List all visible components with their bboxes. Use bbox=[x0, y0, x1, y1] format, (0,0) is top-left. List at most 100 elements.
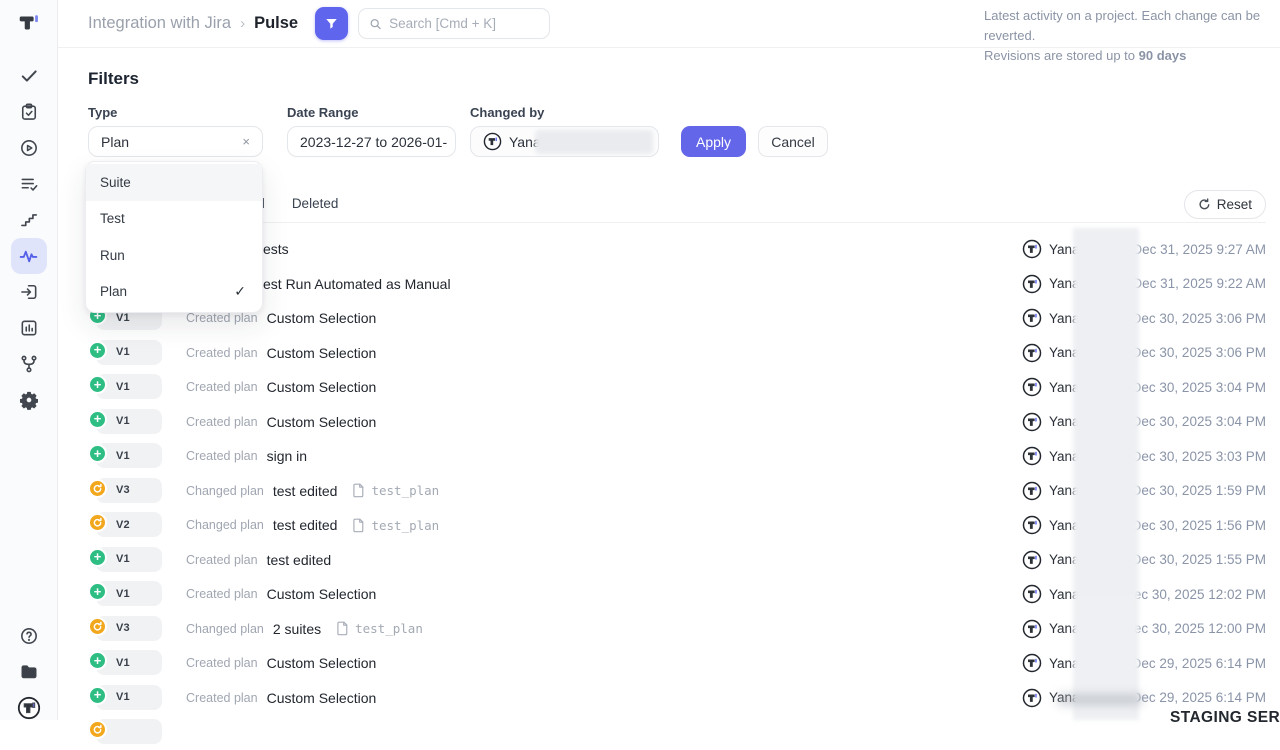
steps-icon bbox=[19, 210, 39, 230]
user-avatar-icon bbox=[1022, 688, 1042, 708]
version-pill: + bbox=[88, 719, 186, 745]
clipboard-check-icon bbox=[19, 102, 39, 122]
timestamp: Dec 30, 2025 1:55 PM bbox=[1132, 552, 1266, 567]
dropdown-option-plan[interactable]: Plan✓ bbox=[86, 274, 262, 311]
plan-link[interactable]: test_plan bbox=[351, 518, 439, 533]
dropdown-option-suite[interactable]: Suite bbox=[86, 164, 262, 201]
row-user: Yana bbox=[1022, 343, 1080, 363]
timestamp: Dec 29, 2025 6:14 PM bbox=[1132, 690, 1266, 705]
timestamp: Dec 30, 2025 3:06 PM bbox=[1132, 345, 1266, 360]
version-label: V1 bbox=[116, 588, 130, 600]
change-type-icon: + bbox=[88, 410, 107, 429]
plan-link-label: test_plan bbox=[371, 483, 439, 498]
app-logo[interactable] bbox=[16, 10, 42, 36]
timestamp: Dec 31, 2025 9:27 AM bbox=[1132, 242, 1266, 257]
action-label: Changed plan bbox=[186, 622, 264, 636]
sidebar-item-runs[interactable] bbox=[11, 130, 47, 166]
check-icon bbox=[19, 66, 39, 86]
action-label: Changed plan bbox=[186, 484, 264, 498]
staging-server-label: STAGING SERVER bbox=[1170, 709, 1280, 727]
timestamp: Dec 30, 2025 1:56 PM bbox=[1132, 518, 1266, 533]
change-title: Custom Selection bbox=[267, 379, 377, 395]
change-title: 2 suites bbox=[273, 621, 321, 637]
timestamp: Dec 30, 2025 3:03 PM bbox=[1132, 449, 1266, 464]
sidebar-bottom bbox=[11, 618, 47, 726]
plan-link-label: test_plan bbox=[371, 518, 439, 533]
sidebar-item-branches[interactable] bbox=[11, 346, 47, 382]
row-user: Yana bbox=[1022, 274, 1080, 294]
date-range-label: Date Range bbox=[287, 105, 456, 120]
import-icon bbox=[19, 282, 39, 302]
user-avatar-icon bbox=[1022, 584, 1042, 604]
changed-by-label: Changed by bbox=[470, 105, 659, 120]
filters-row: Type Plan × SuiteTestRunPlan✓ Date Range… bbox=[88, 105, 1266, 157]
sidebar-item-suites[interactable] bbox=[11, 94, 47, 130]
file-icon bbox=[335, 621, 349, 636]
change-title: test edited bbox=[273, 483, 338, 499]
changed-by-select[interactable]: Yana bbox=[470, 126, 659, 157]
sidebar-item-pulse[interactable] bbox=[11, 238, 47, 274]
sidebar-item-help[interactable] bbox=[11, 618, 47, 654]
bar-chart-icon bbox=[19, 318, 39, 338]
change-title: Custom Selection bbox=[267, 310, 377, 326]
row-user: Yana bbox=[1022, 550, 1080, 570]
breadcrumb-separator: › bbox=[240, 15, 245, 32]
row-user: Yana bbox=[1022, 308, 1080, 328]
sidebar-item-import[interactable] bbox=[11, 274, 47, 310]
change-title: Custom Selection bbox=[267, 414, 377, 430]
change-title: Custom Selection bbox=[267, 586, 377, 602]
plan-link[interactable]: test_plan bbox=[335, 621, 423, 636]
user-avatar-icon bbox=[1022, 481, 1042, 501]
search-input[interactable] bbox=[389, 16, 539, 31]
search-box[interactable] bbox=[358, 8, 550, 39]
change-title: sign in bbox=[267, 448, 307, 464]
change-title: Custom Selection bbox=[267, 655, 377, 671]
apply-button[interactable]: Apply bbox=[681, 126, 746, 157]
filter-toggle-button[interactable] bbox=[315, 7, 348, 40]
clear-type-icon[interactable]: × bbox=[242, 134, 250, 149]
sidebar-item-projects[interactable] bbox=[11, 654, 47, 690]
changed-by-field: Changed by Yana bbox=[470, 105, 659, 157]
timestamp: Dec 30, 2025 3:06 PM bbox=[1132, 311, 1266, 326]
date-range-value: 2023-12-27 to 2026-01- bbox=[300, 134, 447, 150]
change-type-icon: + bbox=[88, 341, 107, 360]
action-label: Created plan bbox=[186, 415, 258, 429]
date-range-input[interactable]: 2023-12-27 to 2026-01- bbox=[287, 126, 456, 157]
sidebar-item-settings[interactable] bbox=[11, 382, 47, 418]
logo-icon bbox=[16, 10, 42, 36]
sidebar-item-plans[interactable] bbox=[11, 166, 47, 202]
user-avatar-icon bbox=[1022, 308, 1042, 328]
change-title: ests bbox=[263, 241, 289, 257]
privacy-blur-smudge bbox=[1058, 694, 1142, 705]
breadcrumb-project[interactable]: Integration with Jira bbox=[88, 14, 231, 33]
action-label: Created plan bbox=[186, 691, 258, 705]
user-avatar-icon bbox=[1022, 239, 1042, 259]
action-label: Created plan bbox=[186, 311, 258, 325]
row-user: Yana bbox=[1022, 412, 1080, 432]
type-select[interactable]: Plan × bbox=[88, 126, 263, 157]
version-pill: V1 + bbox=[88, 650, 186, 676]
sidebar-item-tests[interactable] bbox=[11, 58, 47, 94]
row-user: Yana bbox=[1022, 515, 1080, 535]
user-avatar-icon bbox=[1022, 274, 1042, 294]
sidebar-item-reports[interactable] bbox=[11, 310, 47, 346]
version-pill: V1 + bbox=[88, 443, 186, 469]
change-title: Custom Selection bbox=[267, 345, 377, 361]
reset-button[interactable]: Reset bbox=[1184, 190, 1266, 219]
version-label: V1 bbox=[116, 346, 130, 358]
dropdown-option-run[interactable]: Run bbox=[86, 237, 262, 274]
change-title: est Run Automated as Manual bbox=[263, 276, 451, 292]
plan-link[interactable]: test_plan bbox=[351, 483, 439, 498]
action-label: Created plan bbox=[186, 656, 258, 670]
tab-deleted[interactable]: Deleted bbox=[292, 196, 339, 213]
sidebar-item-account[interactable] bbox=[11, 690, 47, 726]
dropdown-option-test[interactable]: Test bbox=[86, 201, 262, 238]
version-label: V1 bbox=[116, 691, 130, 703]
activity-row[interactable]: + bbox=[88, 715, 1266, 750]
sidebar-item-steps[interactable] bbox=[11, 202, 47, 238]
cancel-button[interactable]: Cancel bbox=[758, 126, 828, 157]
user-avatar-icon bbox=[1022, 550, 1042, 570]
version-label: V1 bbox=[116, 415, 130, 427]
action-label: Created plan bbox=[186, 380, 258, 394]
redacted-name bbox=[535, 130, 653, 154]
